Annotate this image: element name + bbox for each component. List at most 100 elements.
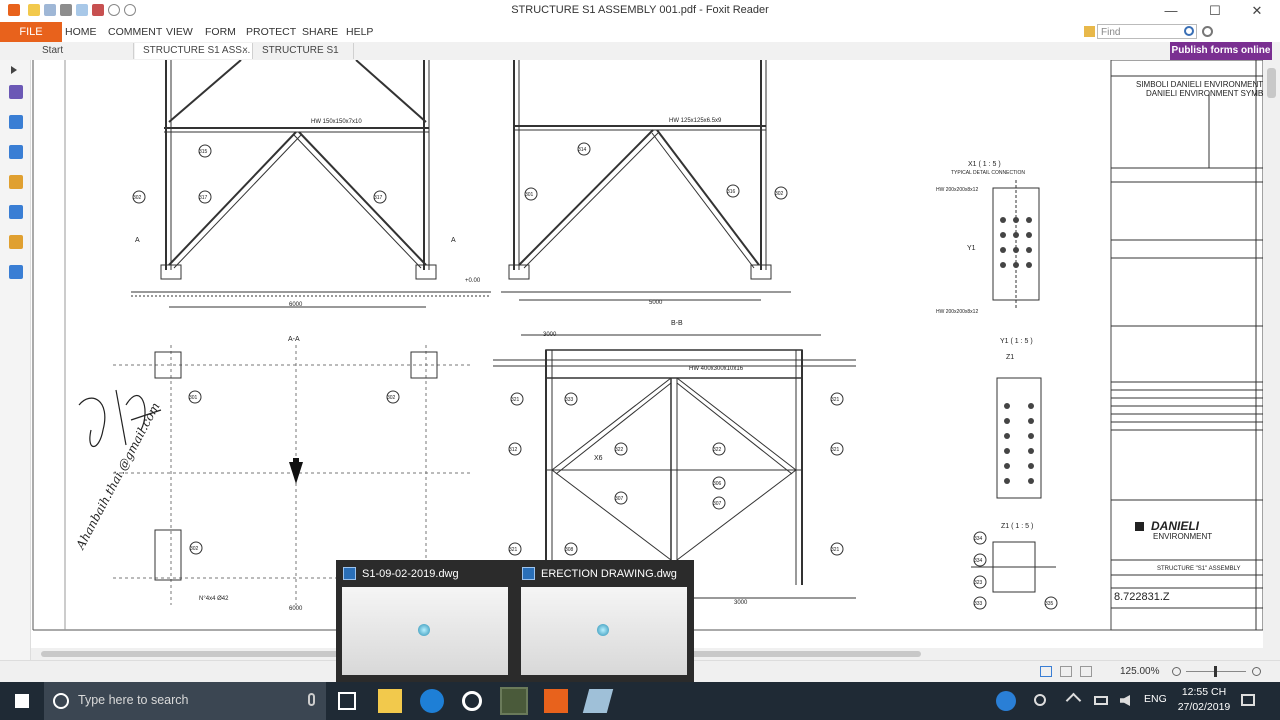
svg-text:A: A: [451, 237, 456, 244]
svg-text:ENVIRONMENT: ENVIRONMENT: [1153, 532, 1212, 541]
svg-text:322: 322: [713, 447, 722, 453]
svg-text:302: 302: [190, 546, 199, 552]
layers-icon[interactable]: [9, 145, 23, 159]
zoom-level[interactable]: 125.00%: [1120, 666, 1159, 677]
tab-label: STRUCTURE S1 ASS...: [143, 45, 251, 56]
zoom-in-icon[interactable]: [1252, 667, 1261, 676]
svg-text:306: 306: [713, 481, 722, 487]
people-icon[interactable]: [1034, 694, 1046, 706]
menu-home[interactable]: HOME: [65, 26, 97, 38]
svg-text:HW 200x200x8x12: HW 200x200x8x12: [936, 187, 978, 193]
preview-window-2[interactable]: ERECTION DRAWING.dwg: [515, 560, 691, 682]
window-title: STRUCTURE S1 ASSEMBLY 001.pdf - Foxit Re…: [511, 4, 769, 16]
gear-icon[interactable]: [1202, 26, 1213, 37]
svg-text:Y1: Y1: [967, 245, 976, 252]
maximize-button[interactable]: ☐: [1192, 0, 1238, 22]
volume-icon[interactable]: [1120, 695, 1130, 706]
file-menu[interactable]: FILE: [0, 22, 62, 42]
continuous-page-icon[interactable]: [1060, 666, 1072, 677]
security-lock-icon[interactable]: [9, 235, 23, 249]
svg-text:317: 317: [374, 195, 383, 201]
svg-text:3000: 3000: [543, 332, 557, 338]
svg-text:302: 302: [775, 191, 784, 197]
pages-icon[interactable]: [9, 115, 23, 129]
find-tool-icon[interactable]: [1084, 26, 1095, 37]
windows-start-icon[interactable]: [15, 694, 29, 708]
svg-text:335: 335: [1045, 601, 1054, 607]
svg-text:321: 321: [831, 397, 840, 403]
file-explorer-icon[interactable]: [378, 689, 402, 713]
loading-spinner-icon: [418, 624, 430, 636]
svg-text:308: 308: [565, 547, 574, 553]
zoom-slider-handle[interactable]: [1214, 666, 1217, 677]
search-placeholder: Type here to search: [78, 693, 189, 707]
svg-text:307: 307: [615, 496, 624, 502]
search-icon[interactable]: [1184, 26, 1194, 36]
svg-text:X6: X6: [594, 455, 603, 462]
system-clock[interactable]: 12:55 CH 27/02/2019: [1174, 685, 1234, 715]
detail-x1: [992, 180, 1040, 310]
single-page-icon[interactable]: [1040, 666, 1052, 677]
preview-title-2: ERECTION DRAWING.dwg: [541, 568, 677, 580]
publish-forms-button[interactable]: Publish forms online: [1170, 42, 1272, 60]
detail-y1: [996, 377, 1042, 499]
find-input[interactable]: Find: [1097, 24, 1197, 39]
chevron-up-icon[interactable]: [1065, 692, 1082, 709]
task-view-icon[interactable]: [338, 692, 356, 710]
settings-gear-icon[interactable]: [462, 691, 482, 711]
language-indicator[interactable]: ENG: [1144, 693, 1167, 705]
autocad-file-icon: [522, 567, 535, 580]
autocad-icon[interactable]: [500, 687, 528, 715]
app-icon[interactable]: [582, 689, 614, 713]
notifications-icon[interactable]: [1241, 694, 1255, 706]
vertical-scroll-thumb[interactable]: [1267, 68, 1276, 98]
expand-panel-icon[interactable]: [11, 66, 17, 74]
document-tabs: Start STRUCTURE S1 ASS... × STRUCTURE S1…: [0, 42, 1280, 72]
svg-text:Z1: Z1: [1006, 354, 1014, 361]
svg-text:314: 314: [578, 147, 587, 153]
svg-text:STRUCTURE "S1" ASSEMBLY: STRUCTURE "S1" ASSEMBLY: [1157, 566, 1241, 572]
comments-icon[interactable]: [9, 175, 23, 189]
cortana-icon: [53, 693, 69, 709]
section-title-bb: B-B: [671, 320, 683, 327]
svg-text:HW 200x200x8x12: HW 200x200x8x12: [936, 309, 978, 315]
svg-text:A: A: [135, 237, 140, 244]
foxit-reader-icon[interactable]: [544, 689, 568, 713]
close-button[interactable]: ✕: [1234, 0, 1280, 22]
taskbar-search[interactable]: Type here to search: [44, 682, 326, 720]
detail-title-x1: X1 ( 1 : 5 ): [968, 161, 1001, 168]
menu-share[interactable]: SHARE: [302, 26, 338, 38]
menu-view[interactable]: VIEW: [166, 26, 193, 38]
svg-text:DANIELI ENVIRONMENT SYMBOLS: DANIELI ENVIRONMENT SYMBOLS: [1146, 89, 1263, 98]
member-label-1: HW 150x150x7x10: [311, 119, 362, 125]
minimize-button[interactable]: —: [1148, 0, 1194, 22]
microphone-icon[interactable]: [308, 693, 315, 706]
attachment-icon[interactable]: [9, 205, 23, 219]
menu-comment[interactable]: COMMENT: [108, 26, 162, 38]
menu-help[interactable]: HELP: [346, 26, 373, 38]
detail-title-y1: Y1 ( 1 : 5 ): [1000, 338, 1033, 345]
svg-text:Ahanbaih.thai.@gmail.com: Ahanbaih.thai.@gmail.com: [73, 400, 163, 552]
tab-start[interactable]: Start: [34, 43, 134, 59]
bookmark-icon[interactable]: [9, 85, 23, 99]
facing-page-icon[interactable]: [1080, 666, 1092, 677]
edge-browser-icon[interactable]: [420, 689, 444, 713]
tab-structure-2[interactable]: STRUCTURE S1 ASS...: [254, 43, 354, 72]
taskbar-thumbnail-preview: S1-09-02-2019.dwg ERECTION DRAWING.dwg: [336, 560, 694, 682]
ribbon-menu: FILE HOME COMMENT VIEW FORM PROTECT SHAR…: [0, 22, 1280, 42]
close-tab-icon[interactable]: ×: [242, 43, 248, 59]
help-icon[interactable]: [996, 691, 1016, 711]
preview-window-1[interactable]: S1-09-02-2019.dwg: [336, 560, 512, 682]
vertical-scrollbar[interactable]: [1263, 60, 1280, 660]
signature-icon[interactable]: [9, 265, 23, 279]
clock-date: 27/02/2019: [1177, 701, 1231, 713]
svg-text:SIMBOLI DANIELI ENVIRONMENT: SIMBOLI DANIELI ENVIRONMENT: [1136, 80, 1263, 89]
battery-icon[interactable]: [1094, 696, 1108, 705]
menu-protect[interactable]: PROTECT: [246, 26, 296, 38]
navigation-sidebar: [0, 60, 31, 660]
svg-text:307: 307: [713, 501, 722, 507]
menu-form[interactable]: FORM: [205, 26, 236, 38]
tab-structure-active[interactable]: STRUCTURE S1 ASS... ×: [135, 43, 253, 59]
svg-text:HW 400x300x10x16: HW 400x300x10x16: [689, 366, 744, 372]
zoom-out-icon[interactable]: [1172, 667, 1181, 676]
